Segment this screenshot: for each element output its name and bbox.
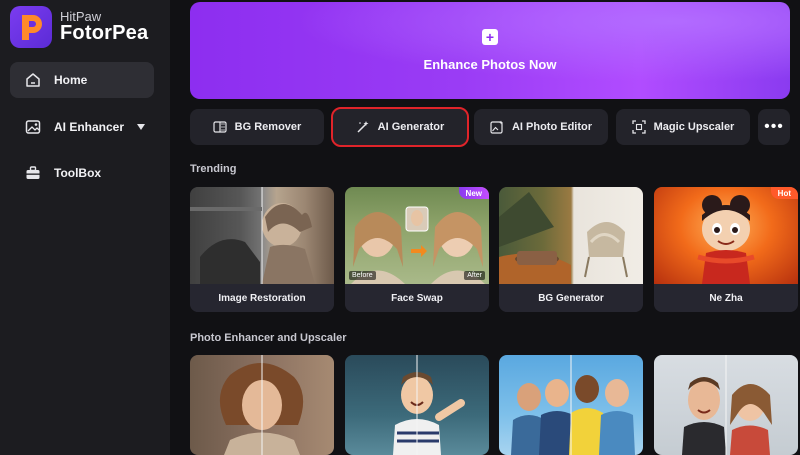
- enhancer-card[interactable]: [190, 355, 334, 455]
- card-thumbnail: [654, 355, 798, 455]
- card-thumbnail: [345, 355, 489, 455]
- enhance-photos-banner[interactable]: + Enhance Photos Now: [190, 2, 790, 99]
- upscale-icon: [631, 120, 646, 134]
- card-label: Face Swap: [345, 284, 489, 312]
- main-content: + Enhance Photos Now BG Remover AI Gener…: [170, 0, 800, 455]
- chevron-down-icon[interactable]: [136, 120, 146, 134]
- sidebar-item-label: ToolBox: [54, 166, 102, 180]
- sidebar-item-home[interactable]: Home: [10, 62, 154, 98]
- tool-label: AI Generator: [377, 121, 445, 133]
- after-tag: After: [464, 271, 485, 280]
- ai-generator-button[interactable]: AI Generator: [331, 107, 469, 147]
- tool-label: Magic Upscaler: [653, 121, 735, 133]
- sidebar-item-toolbox[interactable]: ToolBox: [10, 155, 154, 191]
- home-icon: [24, 71, 42, 89]
- image-enhance-icon: [24, 118, 42, 136]
- card-label: BG Generator: [499, 284, 643, 312]
- magic-wand-icon: [356, 120, 370, 134]
- card-bg-generator[interactable]: BG Generator: [499, 187, 643, 312]
- ai-photo-editor-button[interactable]: AI Photo Editor: [474, 109, 608, 145]
- card-thumbnail: New Before After: [345, 187, 489, 284]
- new-badge: New: [458, 187, 489, 199]
- app-logo[interactable]: HitPaw FotorPea: [10, 6, 148, 48]
- card-thumbnail: [190, 355, 334, 455]
- magic-upscaler-button[interactable]: Magic Upscaler: [616, 109, 750, 145]
- toolbox-icon: [24, 164, 42, 182]
- sidebar-item-ai-enhancer[interactable]: AI Enhancer: [10, 109, 154, 145]
- sidebar-item-label: AI Enhancer: [54, 120, 125, 134]
- card-thumbnail: [499, 187, 643, 284]
- before-tag: Before: [349, 271, 376, 280]
- plus-icon: +: [482, 29, 498, 45]
- brand-name: FotorPea: [60, 22, 149, 45]
- card-label: Image Restoration: [190, 284, 334, 312]
- logo-mark-icon: [10, 6, 52, 48]
- sidebar-item-label: Home: [54, 73, 88, 87]
- section-title-trending: Trending: [190, 163, 237, 175]
- more-tools-button[interactable]: •••: [758, 109, 790, 145]
- card-thumbnail: [499, 355, 643, 455]
- photo-edit-icon: [490, 120, 504, 134]
- card-label: Ne Zha: [654, 284, 798, 312]
- card-ne-zha[interactable]: Hot Ne Zha: [654, 187, 798, 312]
- more-icon: •••: [764, 118, 784, 135]
- section-title-photo-enhancer: Photo Enhancer and Upscaler: [190, 332, 347, 344]
- tool-label: BG Remover: [234, 121, 302, 133]
- card-thumbnail: Hot: [654, 187, 798, 284]
- brand-sub: HitPaw: [60, 8, 102, 24]
- sidebar: HitPaw FotorPea Home AI Enhancer ToolBox: [0, 0, 170, 455]
- bg-remover-button[interactable]: BG Remover: [190, 109, 324, 145]
- enhancer-card[interactable]: [654, 355, 798, 455]
- card-image-restoration[interactable]: Image Restoration: [190, 187, 334, 312]
- enhancer-card[interactable]: [345, 355, 489, 455]
- hot-badge: Hot: [770, 187, 798, 199]
- card-thumbnail: [190, 187, 334, 284]
- bg-remover-icon: [213, 120, 227, 134]
- tool-label: AI Photo Editor: [511, 121, 593, 133]
- enhance-photos-label: Enhance Photos Now: [423, 57, 557, 72]
- enhancer-card[interactable]: [499, 355, 643, 455]
- card-face-swap[interactable]: New Before After Face Swap: [345, 187, 489, 312]
